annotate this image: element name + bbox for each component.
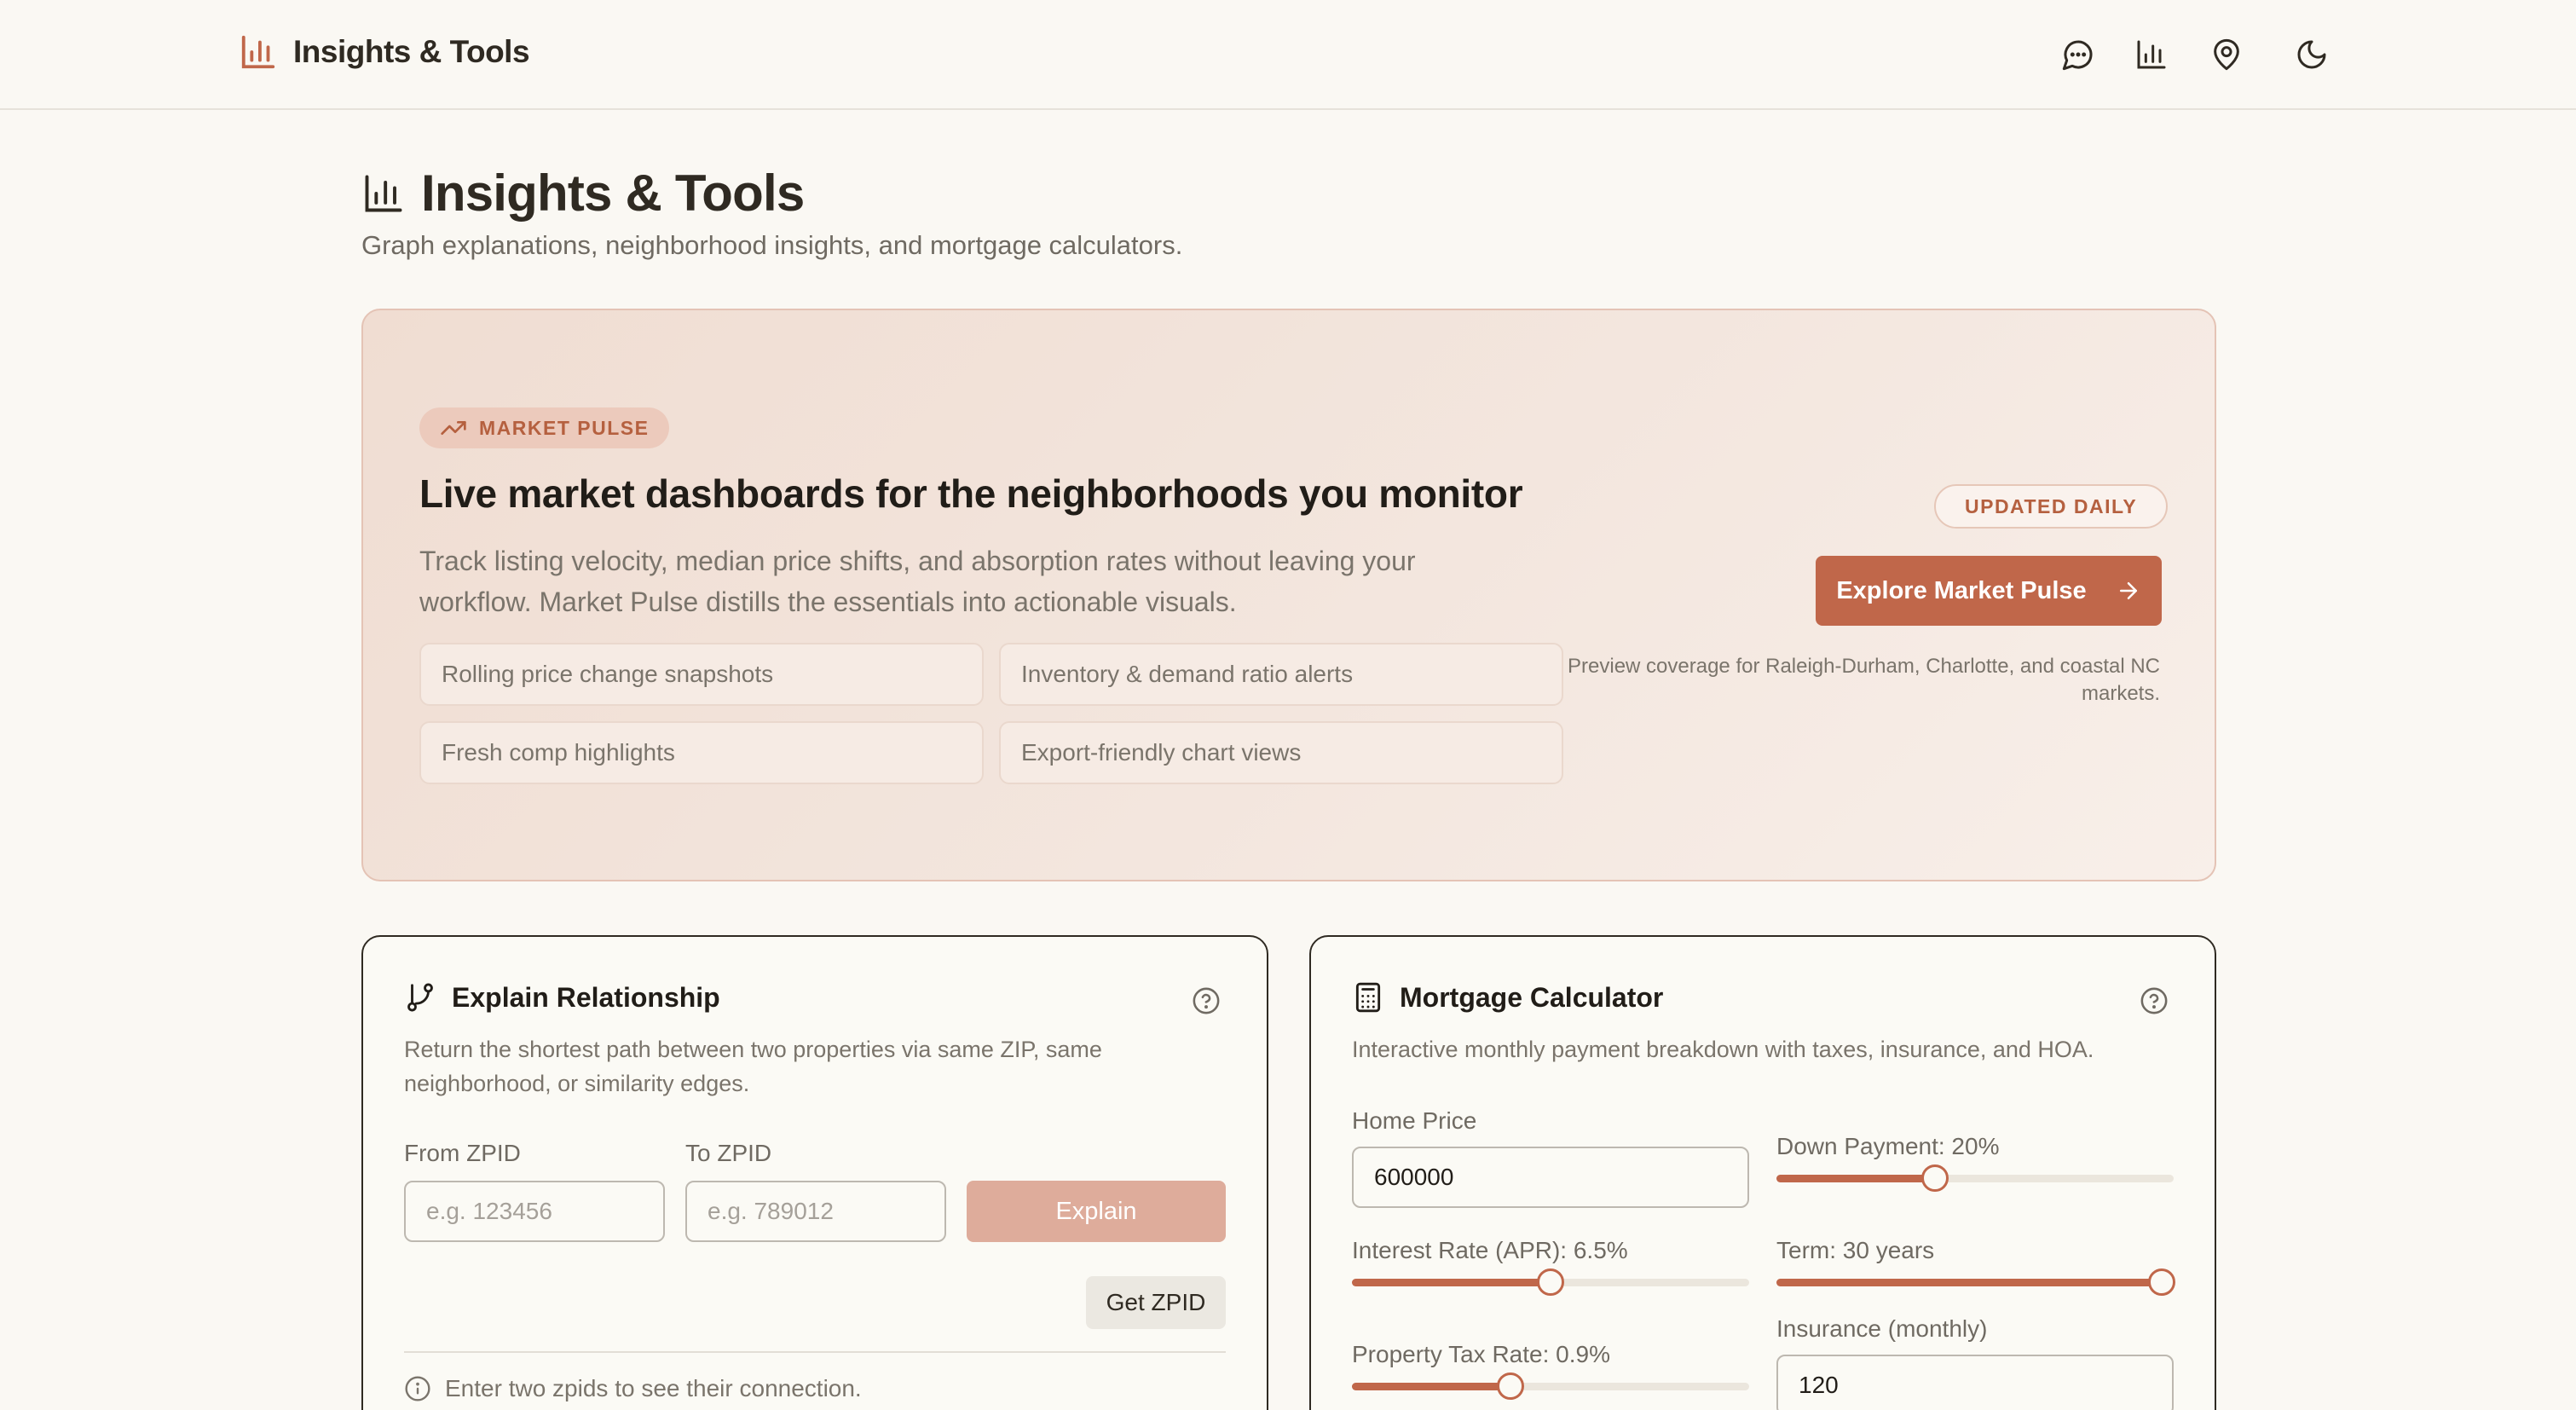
coverage-note: Preview coverage for Raleigh-Durham, Cha… <box>1568 655 2160 705</box>
bar-chart-icon <box>365 175 402 211</box>
info-hint: Enter two zpids to see their connection. <box>404 1375 862 1402</box>
card-header: Explain Relationship <box>404 981 720 1014</box>
market-pulse-tag-label: MARKET PULSE <box>479 416 650 439</box>
feature-item: Rolling price change snapshots <box>419 643 984 706</box>
card-description: Interactive monthly payment breakdown wi… <box>1352 1037 2094 1062</box>
chat-icon <box>2062 40 2093 71</box>
arrow-right-icon <box>2119 582 2137 599</box>
feature-item: Fresh comp highlights <box>419 721 984 784</box>
slider-fill <box>1776 1279 2162 1286</box>
trending-up-icon <box>441 421 466 435</box>
explore-market-pulse-button[interactable]: Explore Market Pulse <box>1816 556 2162 626</box>
insurance-input[interactable] <box>1776 1355 2174 1410</box>
down-payment-label: Down Payment: 20% <box>1776 1133 2000 1159</box>
property-tax-label: Property Tax Rate: 0.9% <box>1352 1341 1610 1367</box>
home-price-label: Home Price <box>1352 1107 1477 1134</box>
card-description: Return the shortest path between two pro… <box>404 1037 1102 1096</box>
hint-text: Enter two zpids to see their connection. <box>445 1375 862 1401</box>
slider-thumb[interactable] <box>1497 1372 1525 1400</box>
explain-relationship-card: Explain Relationship Return the shortest… <box>361 935 1268 1410</box>
card-header: Mortgage Calculator <box>1352 981 1663 1014</box>
page-title: Insights & Tools <box>361 164 805 222</box>
market-pulse-heading: Live market dashboards for the neighborh… <box>419 471 1523 516</box>
feature-item: Export-friendly chart views <box>999 721 1563 784</box>
divider <box>404 1351 1226 1353</box>
page-heading: Insights & Tools <box>421 165 805 222</box>
slider-fill <box>1352 1279 1551 1286</box>
down-payment-slider[interactable] <box>1776 1164 2174 1193</box>
calculator-icon <box>1355 982 1381 1013</box>
top-navbar: Insights & Tools <box>0 0 2576 110</box>
map-pin-icon <box>2214 38 2239 71</box>
get-zpid-button[interactable]: Get ZPID <box>1086 1276 1226 1329</box>
slider-thumb[interactable] <box>1921 1164 1949 1192</box>
slider-thumb[interactable] <box>1537 1268 1564 1296</box>
slider-fill <box>1776 1175 1936 1182</box>
map-nav-button[interactable] <box>2206 34 2247 75</box>
slider-fill <box>1352 1383 1511 1390</box>
card-title: Mortgage Calculator <box>1400 981 1664 1013</box>
term-label: Term: 30 years <box>1776 1237 1935 1263</box>
slider-thumb[interactable] <box>2148 1268 2175 1296</box>
updated-daily-badge: UPDATED DAILY <box>1934 484 2169 529</box>
insurance-label: Insurance (monthly) <box>1776 1315 1988 1342</box>
help-circle-icon[interactable] <box>2140 986 2169 1015</box>
market-pulse-card: MARKET PULSE Live market dashboards for … <box>361 309 2216 881</box>
feature-item: Inventory & demand ratio alerts <box>999 643 1563 706</box>
property-tax-slider[interactable] <box>1352 1372 1749 1401</box>
card-title: Explain Relationship <box>452 981 720 1013</box>
explore-button-label: Explore Market Pulse <box>1836 576 2087 604</box>
term-slider[interactable] <box>1776 1268 2175 1297</box>
bar-chart-icon <box>2137 40 2166 69</box>
market-pulse-description: Track listing velocity, median price shi… <box>419 546 1416 617</box>
interest-rate-slider[interactable] <box>1352 1268 1749 1297</box>
info-icon <box>405 1376 430 1401</box>
brand-link[interactable]: Insights & Tools <box>239 32 530 72</box>
to-zpid-label: To ZPID <box>685 1140 772 1166</box>
from-zpid-input[interactable] <box>404 1181 665 1242</box>
mortgage-calculator-card: Mortgage Calculator Interactive monthly … <box>1309 935 2216 1410</box>
interest-rate-label: Interest Rate (APR): 6.5% <box>1352 1237 1628 1263</box>
moon-icon <box>2297 40 2326 69</box>
bar-chart-icon <box>241 35 275 69</box>
to-zpid-input[interactable] <box>685 1181 946 1242</box>
market-pulse-tag: MARKET PULSE <box>419 407 670 448</box>
explain-button[interactable]: Explain <box>967 1181 1226 1242</box>
home-price-input[interactable] <box>1352 1147 1749 1208</box>
page-subtitle: Graph explanations, neighborhood insight… <box>361 230 1183 260</box>
theme-toggle-button[interactable] <box>2291 34 2332 75</box>
from-zpid-label: From ZPID <box>404 1140 521 1166</box>
chat-nav-button[interactable] <box>2058 34 2099 75</box>
insights-nav-button[interactable] <box>2131 34 2172 75</box>
brand-name: Insights & Tools <box>293 34 530 69</box>
help-circle-icon[interactable] <box>1192 986 1221 1015</box>
git-branch-icon <box>407 983 433 1012</box>
